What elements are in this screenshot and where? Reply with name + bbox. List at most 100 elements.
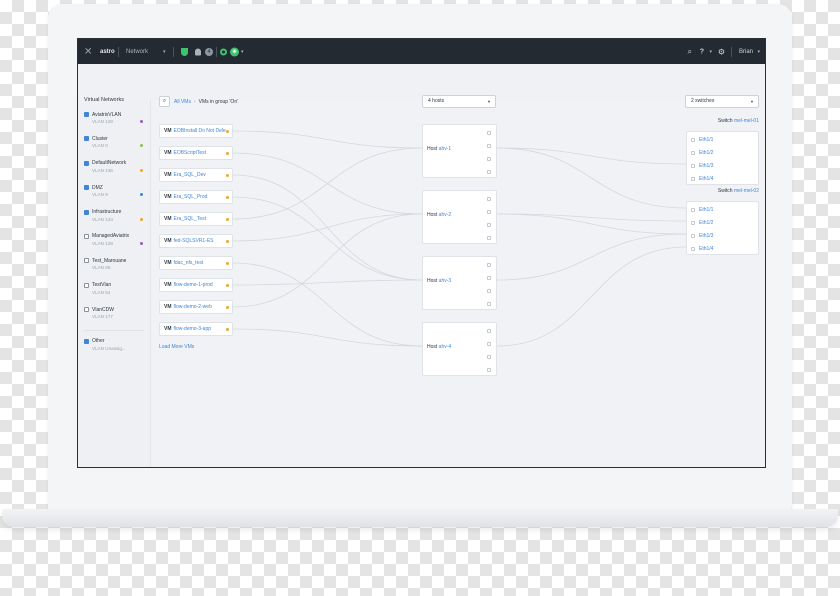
host-node[interactable]: Host ahv-2 (422, 190, 497, 244)
host-port[interactable] (487, 210, 491, 214)
host-port[interactable] (487, 197, 491, 201)
vm-name: flow-demo-3-app (173, 326, 212, 332)
app-name[interactable]: astro (100, 49, 115, 55)
vm-node[interactable]: VM flow-demo-3-app (159, 322, 233, 336)
network-vlan: VLAN 54 (92, 289, 111, 295)
network-vlan: VLAN Unassig... (92, 345, 126, 351)
host-port[interactable] (487, 223, 491, 227)
checkbox[interactable] (84, 160, 89, 166)
vm-node[interactable]: VM EOBInstall Do Not Dele (159, 124, 233, 138)
host-port[interactable] (487, 355, 491, 359)
host-node[interactable]: Host ahv-1 (422, 124, 497, 178)
switch-port[interactable]: Eth1/3 (691, 233, 713, 239)
help-icon[interactable]: ? (700, 48, 704, 55)
checkbox[interactable] (84, 307, 89, 313)
app-screen: ✕ astro Network ▾ 4 ◉ ▾ ⌕ ? ▾ ⚙ Brian ▾ … (77, 38, 766, 468)
divider (216, 46, 217, 57)
checkbox[interactable] (84, 112, 89, 117)
vm-node[interactable]: VM Era_SQL_Prod (159, 190, 233, 204)
vm-node[interactable]: VM Era_SQL_Dev (159, 168, 233, 182)
switch-port[interactable]: Eth1/3 (691, 163, 713, 169)
switch-node[interactable]: Eth1/1 Eth1/2 Eth1/3 Eth1/4 (686, 201, 759, 255)
network-item[interactable]: Cluster VLAN 0 (84, 134, 144, 158)
network-item[interactable]: AviatrixVLAN VLAN 128 (84, 110, 144, 134)
vm-node[interactable]: VM fed-SQLSVR1-ES (159, 234, 233, 248)
search-icon[interactable]: ⌕ (159, 96, 170, 107)
host-name[interactable]: ahv-4 (439, 344, 452, 350)
host-name[interactable]: ahv-2 (439, 212, 452, 218)
vm-node[interactable]: VM flow-demo-2-web (159, 300, 233, 314)
switch-port[interactable]: Eth1/4 (691, 176, 713, 182)
switches-select[interactable]: 2 switches ▼ (685, 95, 759, 108)
network-item[interactable]: DMZ VLAN 9 (84, 183, 144, 207)
checkbox[interactable] (84, 282, 89, 288)
checkbox[interactable] (84, 233, 89, 239)
host-port[interactable] (487, 329, 491, 333)
host-port[interactable] (487, 276, 491, 280)
chevron-down-icon[interactable]: ▾ (163, 49, 166, 55)
host-port[interactable] (487, 170, 491, 174)
network-vlan: VLAN 0 (92, 143, 108, 149)
breadcrumb-root-link[interactable]: All VMs (174, 99, 191, 105)
host-port[interactable] (487, 342, 491, 346)
checkbox[interactable] (84, 136, 89, 142)
host-node[interactable]: Host ahv-3 (422, 256, 497, 310)
host-name[interactable]: ahv-1 (439, 146, 452, 152)
host-port[interactable] (487, 236, 491, 240)
checkbox[interactable] (84, 209, 89, 215)
network-name: DMZ (92, 184, 103, 191)
checkbox[interactable] (84, 185, 89, 191)
host-port[interactable] (487, 157, 491, 161)
network-item[interactable]: Infrastructure VLAN 134 (84, 208, 144, 232)
switch-port[interactable]: Eth1/2 (691, 150, 713, 156)
checkbox[interactable] (84, 338, 89, 344)
host-prefix: Host (427, 212, 438, 218)
network-menu[interactable]: Network (126, 49, 148, 55)
load-more-vms-link[interactable]: Load More VMs (159, 344, 194, 350)
network-item[interactable]: Test_Marouane VLAN 66 (84, 256, 144, 280)
search-icon[interactable]: ⌕ (688, 47, 692, 57)
host-port[interactable] (487, 289, 491, 293)
network-item-other[interactable]: Other VLAN Unassig... (84, 337, 144, 361)
switch-port[interactable]: Eth1/2 (691, 220, 713, 226)
switch-name[interactable]: mel-mel-01 (734, 118, 759, 124)
host-port[interactable] (487, 131, 491, 135)
switch-port[interactable]: Eth1/4 (691, 246, 713, 252)
switch-port[interactable]: Eth1/1 (691, 207, 713, 213)
bell-icon[interactable] (195, 48, 201, 55)
top-navbar: ✕ astro Network ▾ 4 ◉ ▾ ⌕ ? ▾ ⚙ Brian ▾ (78, 39, 765, 64)
avatar-icon[interactable]: ◉ (230, 47, 239, 56)
vm-node[interactable]: VM fdac_nfs_test (159, 256, 233, 270)
sub-header (78, 64, 765, 100)
checkbox[interactable] (84, 258, 89, 264)
host-node[interactable]: Host ahv-4 (422, 322, 497, 376)
host-port[interactable] (487, 368, 491, 372)
gear-icon[interactable]: ⚙ (718, 47, 725, 56)
network-item[interactable]: VlanCDW VLAN 177 (84, 305, 144, 329)
switch-node[interactable]: Eth1/1 Eth1/2 Eth1/3 Eth1/4 (686, 131, 759, 185)
network-item[interactable]: DefaultNetwork VLAN 136 (84, 159, 144, 183)
divider (731, 46, 732, 57)
network-item[interactable]: TestVlan VLAN 54 (84, 281, 144, 305)
chevron-down-icon[interactable]: ▾ (757, 49, 760, 55)
user-menu[interactable]: Brian (739, 49, 753, 55)
shield-icon[interactable] (181, 47, 188, 56)
network-item[interactable]: ManagedAviatrix VLAN 128 (84, 232, 144, 256)
chevron-down-icon[interactable]: ▾ (709, 49, 712, 55)
vm-node[interactable]: VM flow-demo-1-prod (159, 278, 233, 292)
vm-node[interactable]: VM Era_SQL_Test (159, 212, 233, 226)
notification-badge[interactable]: 4 (205, 47, 213, 56)
hosts-select[interactable]: 4 hosts ▼ (422, 95, 496, 108)
chevron-down-icon[interactable]: ▾ (241, 49, 244, 55)
host-port[interactable] (487, 144, 491, 148)
network-name: VlanCDW (92, 306, 114, 313)
status-ring-icon[interactable] (220, 48, 227, 55)
host-port[interactable] (487, 302, 491, 306)
host-name[interactable]: ahv-3 (439, 278, 452, 284)
vm-node[interactable]: VM EOBScriptTest (159, 146, 233, 160)
close-x-icon[interactable]: ✕ (84, 46, 92, 57)
network-name: Cluster (92, 135, 108, 142)
switch-name[interactable]: mel-mel-02 (734, 188, 759, 194)
host-port[interactable] (487, 263, 491, 267)
switch-port[interactable]: Eth1/1 (691, 137, 713, 143)
